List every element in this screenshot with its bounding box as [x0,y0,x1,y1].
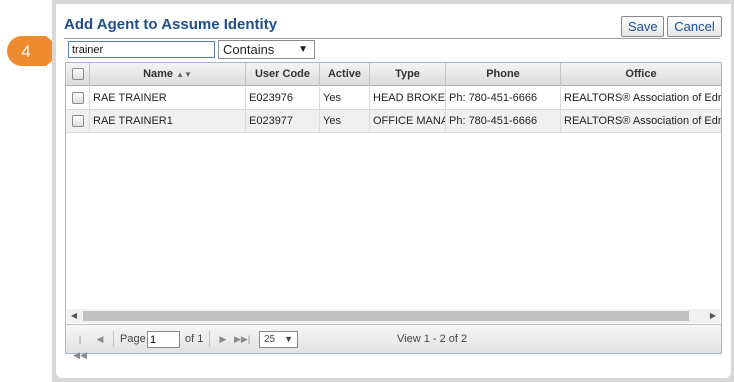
dialog-frame: Add Agent to Assume Identity Save Cancel… [52,0,734,382]
cell-active: Yes [320,87,370,110]
last-page-icon[interactable]: ▶▶| [234,331,250,347]
scrollbar-thumb[interactable] [83,311,689,321]
table-row[interactable]: RAE TRAINER1 E023977 Yes OFFICE MANAGER … [66,110,721,133]
dropdown-caret-icon: ▼ [284,334,293,344]
row-checkbox[interactable] [72,115,84,127]
cell-phone: Ph: 780-451-6666 [446,87,561,110]
match-mode-select[interactable]: Contains ▼ [218,40,315,59]
column-header-phone[interactable]: Phone [446,63,561,86]
scroll-right-icon[interactable]: ▶ [706,309,720,323]
header-select-all[interactable] [66,63,90,86]
step-number: 4 [21,42,30,61]
match-mode-value: Contains [223,42,275,57]
pager-divider [209,331,210,347]
dialog-title: Add Agent to Assume Identity [64,16,278,33]
dropdown-caret-icon: ▼ [298,44,308,55]
table-row[interactable]: RAE TRAINER E023976 Yes HEAD BROKER Ph: … [66,87,721,110]
cell-phone: Ph: 780-451-6666 [446,110,561,133]
column-header-name[interactable]: Name ▲▼ [90,63,246,86]
page-size-value: 25 [264,334,276,345]
row-checkbox[interactable] [72,92,84,104]
first-page-icon[interactable]: |◀◀ [72,331,88,360]
prev-page-icon[interactable]: ◀ [92,331,108,347]
cell-active: Yes [320,110,370,133]
grid-header: Name ▲▼ User Code Active Type Phone Offi… [66,63,721,86]
column-header-type[interactable]: Type [370,63,446,86]
dialog: Add Agent to Assume Identity Save Cancel… [56,4,731,378]
select-all-checkbox[interactable] [72,68,84,80]
row-select-cell[interactable] [66,110,90,133]
pager: |◀◀ ◀ Page of 1 ▶ ▶▶| 25 ▼ View 1 - 2 of… [66,324,721,360]
agent-grid: Name ▲▼ User Code Active Type Phone Offi… [65,62,722,360]
page-label: Page [120,333,146,345]
cell-name: RAE TRAINER1 [90,110,246,133]
next-page-icon[interactable]: ▶ [215,331,231,347]
cell-type: OFFICE MANAGER [370,110,446,133]
page-number-input[interactable] [147,331,180,348]
pager-divider [113,331,114,347]
sort-icon: ▲▼ [176,70,192,79]
record-summary: View 1 - 2 of 2 [397,333,468,345]
cell-name: RAE TRAINER [90,87,246,110]
scroll-left-icon[interactable]: ◀ [67,309,81,323]
horizontal-scrollbar[interactable]: ◀ ▶ [67,309,720,323]
cell-user-code: E023976 [246,87,320,110]
column-header-office[interactable]: Office [561,63,721,86]
cell-office: REALTORS® Association of Edm [564,92,721,104]
search-input[interactable] [68,41,215,58]
cancel-button[interactable]: Cancel [667,16,722,37]
cell-office: REALTORS® Association of Edm [564,115,721,127]
save-button[interactable]: Save [621,16,664,37]
column-header-name-label: Name [143,68,174,80]
row-select-cell[interactable] [66,87,90,110]
page-size-select[interactable]: 25 ▼ [259,331,298,348]
cell-type: HEAD BROKER [370,87,446,110]
column-header-active[interactable]: Active [320,63,370,86]
cell-user-code: E023977 [246,110,320,133]
column-header-user-code[interactable]: User Code [246,63,320,86]
title-divider [64,38,720,39]
page-count-label: of 1 [185,333,204,345]
